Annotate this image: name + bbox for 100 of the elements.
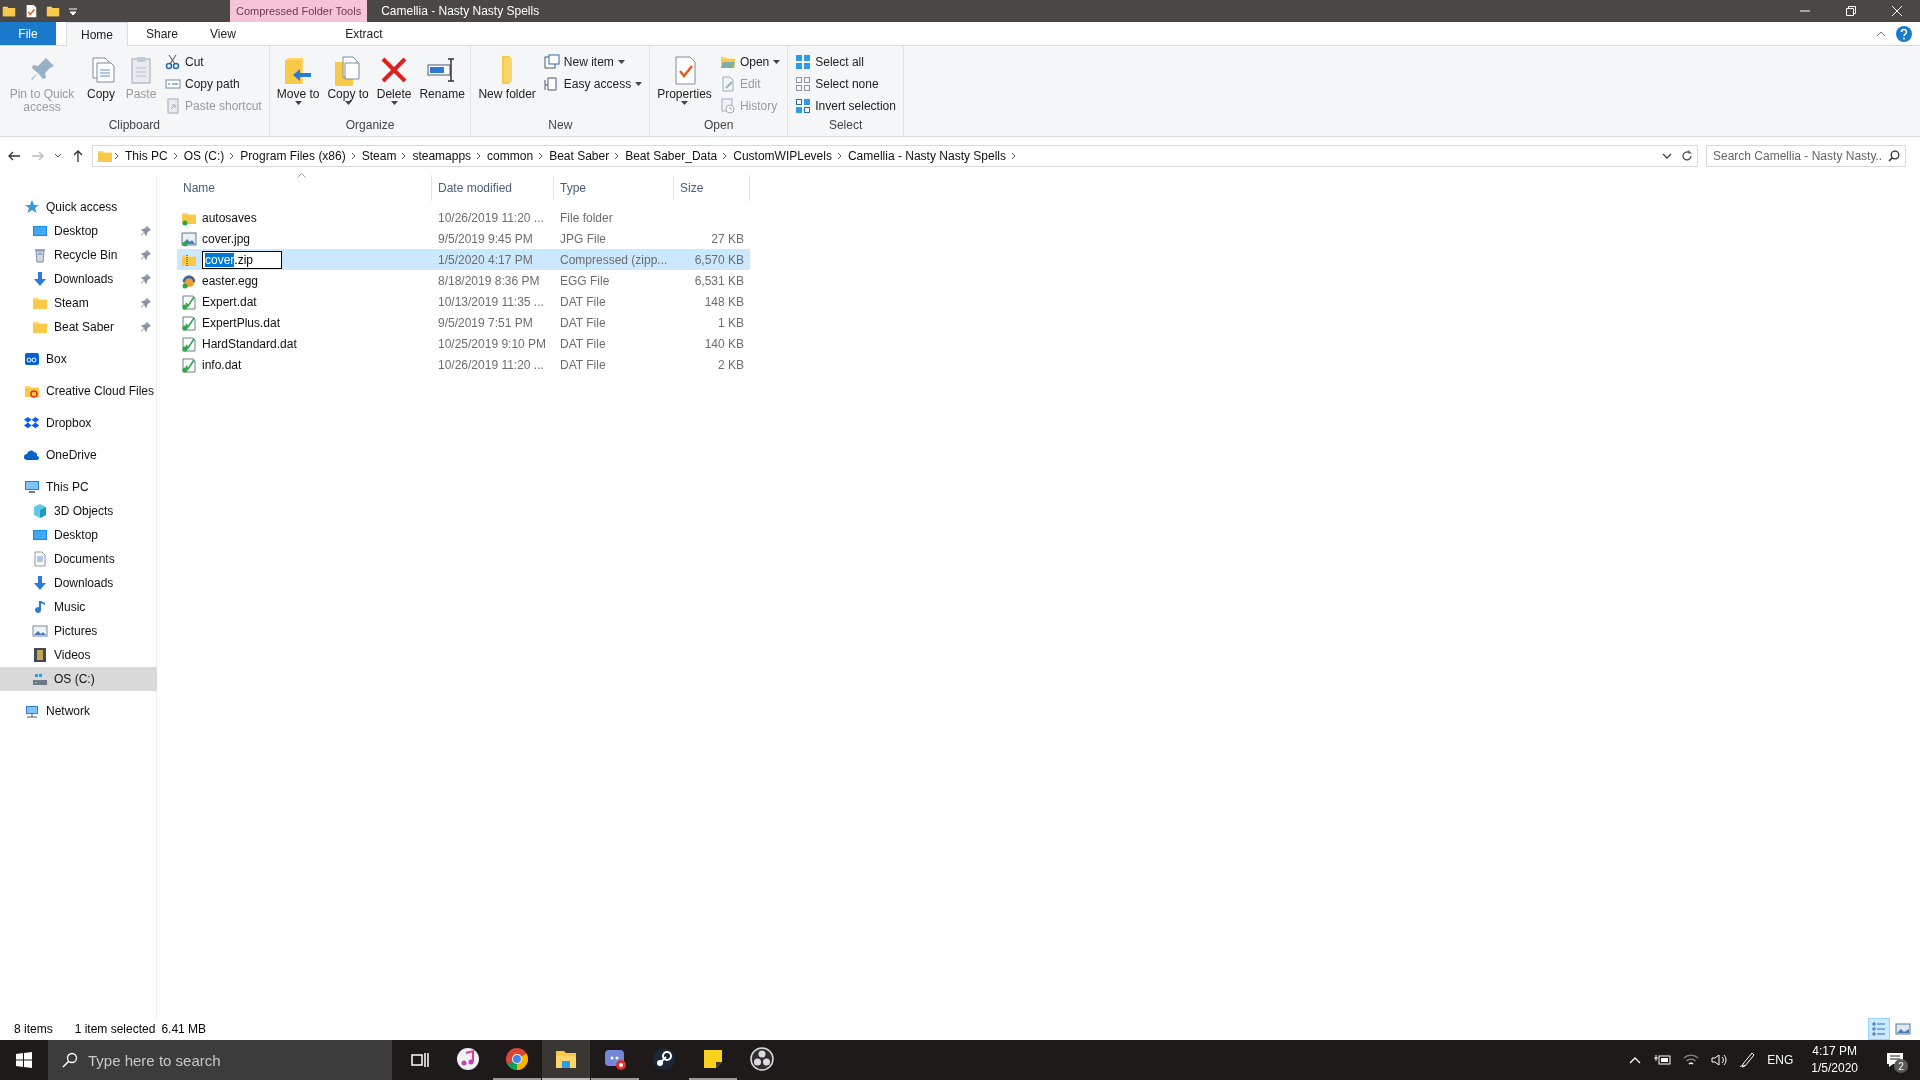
sidebar-item[interactable]: Network: [0, 699, 157, 723]
chevron-icon: [113, 152, 121, 160]
file-row[interactable]: info.dat 10/26/2019 11:20 ... DAT File 2 KB: [177, 354, 750, 375]
sidebar-item[interactable]: Recycle Bin: [0, 243, 157, 267]
file-row[interactable]: HardStandard.dat 10/25/2019 9:10 PM DAT File 140 KB: [177, 333, 750, 354]
sidebar-item[interactable]: Downloads: [0, 267, 157, 291]
column-header[interactable]: Size: [674, 175, 750, 201]
download-arrow-icon: [32, 575, 48, 591]
search-icon: [1888, 150, 1900, 162]
breadcrumb[interactable]: Camellia - Nasty Nasty Spells: [843, 149, 1010, 163]
document-icon: [32, 551, 48, 567]
ribbon-button[interactable]: Copy: [82, 50, 120, 118]
breadcrumb[interactable]: This PC: [121, 149, 172, 163]
ribbon-button[interactable]: Open: [716, 52, 784, 72]
table-cell: 148 KB: [704, 294, 744, 309]
customize-toolbar-icon[interactable]: [68, 6, 78, 16]
address-field[interactable]: This PC OS (C:) Program Files (x86) Steam steamapps common Beat Saber Beat Saber_Data CustomWIPLevels Camellia - Nasty Nasty Spells: [92, 145, 1698, 167]
sidebar-item[interactable]: Steam: [0, 291, 157, 315]
battery-charging-icon[interactable]: [1653, 1053, 1672, 1067]
sidebar-item[interactable]: Pictures: [0, 619, 157, 643]
breadcrumb[interactable]: Beat Saber_Data: [621, 149, 722, 163]
pin-icon: [141, 274, 151, 284]
view-toggle-button[interactable]: [1868, 1018, 1890, 1040]
rename-field[interactable]: cover.zip: [202, 250, 282, 269]
invert-selection-icon: [795, 98, 812, 114]
desktop-icon: [32, 527, 48, 543]
sidebar-item[interactable]: This PC: [0, 475, 157, 499]
sidebar-item[interactable]: Videos: [0, 643, 157, 667]
folder-icon: [32, 295, 48, 311]
notification-count: 2: [1894, 1059, 1908, 1073]
close-icon: [1892, 6, 1902, 16]
taskbar-app-button[interactable]: [542, 1040, 590, 1080]
sidebar-item[interactable]: Quick access: [0, 195, 157, 219]
table-cell-text: JPG File: [559, 231, 607, 246]
file-row[interactable]: Expert.dat 10/13/2019 11:35 ... DAT File 148 KB: [177, 291, 750, 312]
ribbon-button[interactable]: Easy access: [540, 74, 646, 94]
sidebar-item[interactable]: OS (C:): [0, 667, 157, 691]
speaker-icon[interactable]: [1711, 1053, 1728, 1067]
collapse-ribbon-icon[interactable]: [1876, 30, 1886, 37]
show-hidden-icons-icon[interactable]: [1629, 1056, 1642, 1064]
column-header[interactable]: Date modified: [432, 175, 554, 201]
ribbon-button[interactable]: New item: [540, 52, 646, 72]
ribbon-tab[interactable]: View: [196, 22, 250, 45]
breadcrumb[interactable]: CustomWIPLevels: [729, 149, 836, 163]
ribbon-button[interactable]: Cut: [162, 52, 265, 72]
properties-check-icon[interactable]: [24, 4, 38, 18]
new-folder-icon[interactable]: [46, 4, 60, 18]
music-note-app-icon: [456, 1047, 480, 1071]
clock[interactable]: 4:17 PM 1/5/2020: [1805, 1043, 1864, 1077]
chevron-down-icon: [1662, 153, 1672, 159]
breadcrumb[interactable]: OS (C:): [179, 149, 229, 163]
ribbon-button[interactable]: Invert selection: [792, 96, 899, 116]
sidebar-item[interactable]: Creative Cloud Files: [0, 379, 157, 403]
chevron-icon: [835, 152, 844, 160]
table-cell-text: 1/5/2020 4:17 PM: [437, 252, 534, 267]
breadcrumb[interactable]: common: [483, 149, 538, 163]
sidebar-item[interactable]: Documents: [0, 547, 157, 571]
breadcrumb[interactable]: Beat Saber: [545, 149, 614, 163]
help-icon[interactable]: [1896, 25, 1912, 42]
sidebar-item[interactable]: Downloads: [0, 571, 157, 595]
file-row[interactable]: easter.egg 8/18/2019 8:36 PM EGG File 6,531 KB: [177, 270, 750, 291]
breadcrumb[interactable]: Program Files (x86): [236, 149, 350, 163]
search-field[interactable]: Search Camellia - Nasty Nasty...: [1706, 145, 1906, 167]
taskbar-search-field[interactable]: Type here to search: [48, 1040, 392, 1080]
column-header[interactable]: Type: [554, 175, 674, 201]
file-menu-tab[interactable]: File: [0, 22, 56, 45]
sidebar-item[interactable]: Music: [0, 595, 157, 619]
file-row[interactable]: cover.zip 1/5/2020 4:17 PM Compressed (zipp... 6,570 KB: [177, 249, 750, 270]
sidebar-item[interactable]: Desktop: [0, 523, 157, 547]
file-row[interactable]: autosaves 10/26/2019 11:20 ... File folder: [177, 207, 750, 228]
ribbon-button[interactable]: Properties: [654, 50, 715, 118]
table-cell-text: 9/5/2019 9:45 PM: [437, 231, 534, 246]
ribbon-button[interactable]: Select none: [792, 74, 899, 94]
sidebar-item[interactable]: Dropbox: [0, 411, 157, 435]
sidebar-item[interactable]: 3D Objects: [0, 499, 157, 523]
sidebar-item[interactable]: Beat Saber: [0, 315, 157, 339]
pen-icon[interactable]: [1739, 1052, 1756, 1068]
recycle-bin-icon: [32, 247, 48, 263]
ribbon-button[interactable]: Copy path: [162, 74, 265, 94]
ribbon-button[interactable]: New folder: [475, 50, 539, 118]
ribbon-tab[interactable]: Home: [66, 22, 128, 46]
column-header[interactable]: Name: [177, 175, 432, 201]
ribbon-tab[interactable]: Extract: [293, 22, 434, 45]
ribbon-button[interactable]: Move to: [273, 50, 323, 118]
table-cell-text: 8/18/2019 8:36 PM: [437, 273, 541, 288]
file-row[interactable]: cover.jpg 9/5/2019 9:45 PM JPG File 27 KB: [177, 228, 750, 249]
file-row[interactable]: ExpertPlus.dat 9/5/2019 7:51 PM DAT File 1 KB: [177, 312, 750, 333]
ribbon-button[interactable]: Rename: [416, 50, 467, 118]
breadcrumb[interactable]: Steam: [357, 149, 401, 163]
notification-center-button[interactable]: 2: [1876, 1040, 1914, 1080]
language-indicator[interactable]: ENG: [1767, 1053, 1794, 1067]
wifi-icon[interactable]: [1683, 1053, 1700, 1067]
ribbon-tab[interactable]: Share: [132, 22, 193, 45]
ribbon-button[interactable]: Delete: [373, 50, 415, 118]
sidebar-item[interactable]: Desktop: [0, 219, 157, 243]
sidebar-item[interactable]: Box: [0, 347, 157, 371]
breadcrumb[interactable]: steamapps: [408, 149, 476, 163]
ribbon-button[interactable]: Copy to: [324, 50, 372, 118]
sidebar-item[interactable]: OneDrive: [0, 443, 157, 467]
ribbon-button[interactable]: Select all: [792, 52, 899, 72]
